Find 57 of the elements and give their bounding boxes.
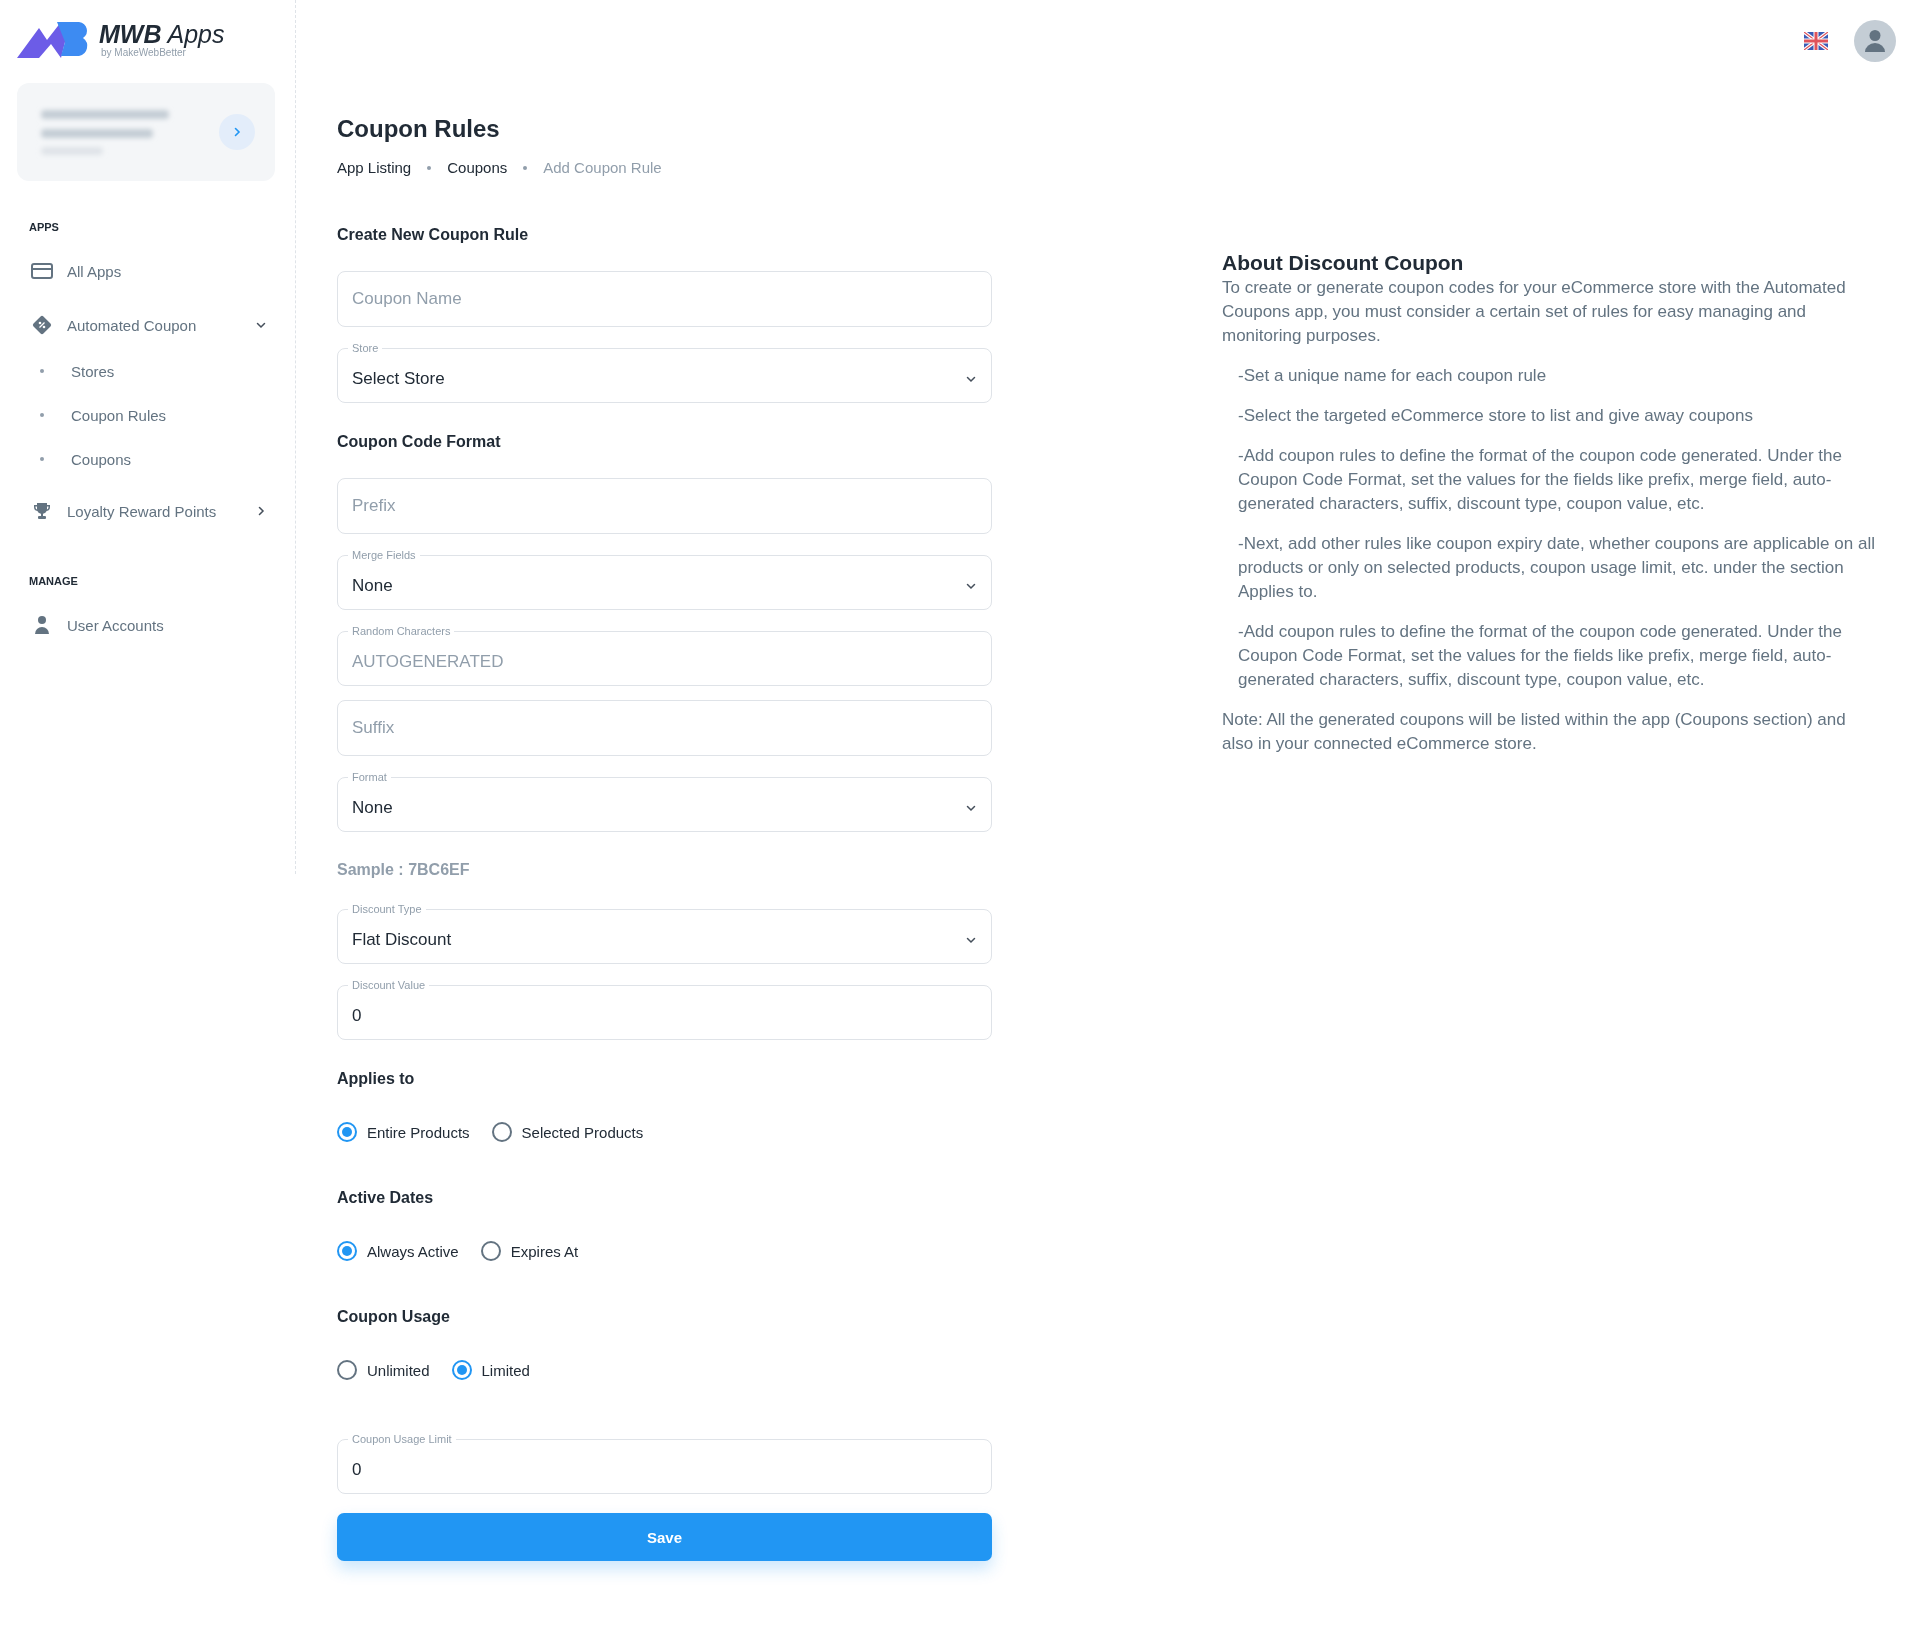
breadcrumb-current: Add Coupon Rule: [543, 159, 662, 177]
breadcrumb-link[interactable]: Coupons: [447, 159, 508, 177]
logo-text: MWB Apps: [99, 20, 225, 47]
radio-label[interactable]: Limited: [481, 1361, 530, 1379]
bullet-icon: [40, 369, 44, 373]
text-field[interactable]: Discount Value 0: [337, 978, 992, 1040]
about-paragraph: -Add coupon rules to define the format of the coupon code generated. Under the Coupon Code Format, set the values for the fields like prefix, merge field, auto-generated characters, suffix, discount type, coupon value, etc.: [1238, 621, 1843, 691]
nav-item[interactable]: Loyalty Reward Points: [17, 487, 275, 535]
page-title: Coupon Rules: [337, 114, 501, 144]
breadcrumb-link[interactable]: App Listing: [337, 159, 412, 177]
about-title: About Discount Coupon: [1222, 250, 1465, 276]
text-field[interactable]: Coupon Usage Limit 0: [337, 1432, 992, 1494]
trophy-icon: [32, 501, 52, 521]
radio-label[interactable]: Always Active: [367, 1242, 459, 1260]
select-field[interactable]: Format None: [337, 770, 992, 832]
section-heading: Create New Coupon Rule: [337, 225, 530, 245]
flag-icon[interactable]: [1804, 32, 1828, 50]
about-paragraph: -Select the targeted eCommerce store to list and give away coupons: [1238, 405, 1754, 427]
nav-item[interactable]: Automated Coupon: [17, 301, 275, 349]
radio-button[interactable]: [337, 1360, 357, 1380]
user-icon: [33, 615, 51, 635]
about-paragraph: -Add coupon rules to define the format of the coupon code generated. Under the Coupon Code Format, set the values for the fields like prefix, merge field, auto-generated characters, suffix, discount type, coupon value, etc.: [1238, 445, 1843, 515]
breadcrumb-separator: [427, 166, 432, 170]
section-heading: Coupon Usage: [337, 1307, 451, 1327]
section-heading: Coupon Code Format: [337, 432, 502, 452]
radio-button[interactable]: [337, 1241, 357, 1261]
radio-label[interactable]: Entire Products: [367, 1123, 470, 1141]
radio-button[interactable]: [337, 1122, 357, 1142]
section-heading: MANAGE: [29, 575, 79, 587]
user-icon: [1864, 29, 1886, 53]
radio-label[interactable]: Selected Products: [521, 1123, 644, 1141]
credit-card-icon: [31, 262, 53, 280]
select-field[interactable]: Store Select Store: [337, 341, 992, 403]
nav-item[interactable]: All Apps: [17, 247, 275, 295]
about-paragraph: Note: All the generated coupons will be listed within the app (Coupons section) and also in your connected eCommerce store.: [1222, 709, 1847, 755]
radio-button[interactable]: [480, 1241, 501, 1261]
about-paragraph: -Set a unique name for each coupon rule: [1238, 365, 1548, 387]
sample-code: Sample : 7BC6EF: [337, 860, 471, 880]
about-paragraph: -Next, add other rules like coupon expiry date, whether coupons are applicable on all products or only on selected products, coupon usage limit, etc. under the section Applies to.: [1238, 533, 1876, 603]
select-field[interactable]: Discount Type Flat Discount: [337, 902, 992, 964]
nav-item[interactable]: User Accounts: [17, 601, 275, 649]
avatar-button[interactable]: [1854, 20, 1896, 62]
select-field[interactable]: Merge Fields None: [337, 548, 992, 610]
section-heading: Applies to: [337, 1069, 416, 1089]
nav-subitem[interactable]: Coupon Rules: [17, 393, 275, 437]
section-heading: APPS: [29, 221, 60, 233]
breadcrumb-separator: [523, 166, 528, 170]
radio-button[interactable]: [451, 1360, 472, 1380]
bullet-icon: [40, 413, 44, 417]
bullet-icon: [40, 457, 44, 461]
about-paragraph: To create or generate coupon codes for your eCommerce store with the Automated Coupons app, you must consider a certain set of rules for easy managing and monitoring purposes.: [1222, 277, 1847, 347]
radio-label[interactable]: Expires At: [510, 1242, 579, 1260]
radio-button[interactable]: [491, 1122, 512, 1142]
nav-subitem[interactable]: Coupons: [17, 437, 275, 481]
nav-subitem[interactable]: Stores: [17, 349, 275, 393]
radio-label[interactable]: Unlimited: [367, 1361, 430, 1379]
section-heading: Active Dates: [337, 1188, 435, 1208]
